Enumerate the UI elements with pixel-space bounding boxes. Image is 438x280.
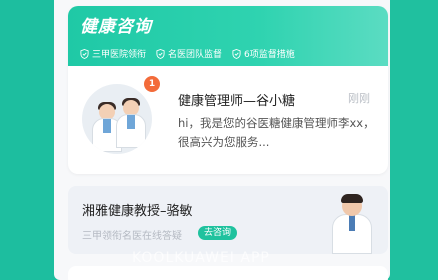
- consult-title: 健康咨询: [80, 17, 152, 37]
- chat-timestamp: 刚刚: [348, 92, 370, 105]
- doctor-figure: [116, 98, 146, 154]
- badge-label: 名医团队监督: [168, 50, 223, 60]
- consult-button[interactable]: 去咨询: [198, 226, 238, 240]
- badge-label: 三甲医院领衔: [92, 50, 147, 60]
- expert-doctor-image: [330, 194, 374, 254]
- chat-contact-name: 健康管理师—谷小糖: [178, 94, 296, 109]
- next-card: [68, 266, 388, 280]
- expert-card[interactable]: 湘雅健康教授–骆敏 三甲领衔名医在线答疑 去咨询: [68, 186, 388, 254]
- badge-team: 名医团队监督: [156, 47, 222, 60]
- watermark: KOOLKUAWEI APP: [132, 250, 270, 266]
- shield-icon: [80, 48, 89, 59]
- health-consult-card: 健康咨询 三甲医院领衔 名医团队监督 6项监督措施 1 健康管理师—谷小糖 刚刚…: [68, 6, 388, 174]
- chat-message-preview: hi，我是您的谷医糖健康管理师李xx，很高兴为您服务...: [178, 116, 375, 149]
- consult-header: 健康咨询 三甲医院领衔 名医团队监督 6项监督措施: [68, 6, 388, 66]
- avatar: [82, 84, 152, 154]
- badge-label: 6项监督措施: [244, 50, 295, 60]
- background-left: [0, 0, 60, 280]
- badge-measures: 6项监督措施: [232, 47, 295, 60]
- shield-icon: [156, 48, 165, 59]
- expert-title: 湘雅健康教授–骆敏: [82, 204, 193, 219]
- assurance-badges: 三甲医院领衔 名医团队监督 6项监督措施: [80, 47, 376, 60]
- expert-subtitle: 三甲领衔名医在线答疑: [82, 231, 182, 242]
- background-right: [388, 0, 438, 280]
- shield-icon: [232, 48, 241, 59]
- unread-badge: 1: [144, 76, 160, 92]
- badge-hospital: 三甲医院领衔: [80, 47, 146, 60]
- chat-conversation-item[interactable]: 1 健康管理师—谷小糖 刚刚 hi，我是您的谷医糖健康管理师李xx，很高兴为您服…: [68, 66, 388, 174]
